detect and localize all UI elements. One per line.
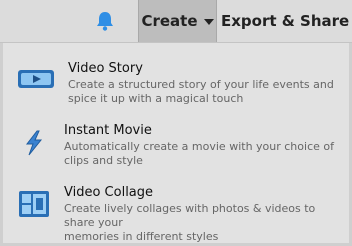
description-line: Create a structured story of your life e… [68, 78, 334, 91]
description-line: clips and style [64, 154, 143, 167]
export-share-button[interactable]: Export & Share [221, 0, 349, 42]
top-toolbar: Create Export & Share [0, 0, 352, 43]
menu-item-title: Video Collage [64, 185, 154, 200]
description-line: memories in different styles [64, 230, 219, 243]
create-menu-button[interactable]: Create [138, 0, 217, 42]
menu-item-description: Create lively collages with photos & vid… [64, 202, 349, 244]
menu-item-instant-movie[interactable]: Instant Movie Automatically create a mov… [3, 118, 349, 170]
menu-item-video-story[interactable]: Video Story Create a structured story of… [3, 57, 349, 109]
create-dropdown-menu: Video Story Create a structured story of… [0, 43, 352, 246]
description-line: spice it up with a magical touch [68, 92, 244, 105]
description-line: Create lively collages with photos & vid… [64, 202, 316, 229]
video-story-icon [17, 67, 55, 95]
export-share-label: Export & Share [221, 12, 350, 30]
menu-item-description: Create a structured story of your life e… [68, 78, 348, 106]
menu-item-description: Automatically create a movie with your c… [64, 140, 344, 168]
menu-item-video-collage[interactable]: Video Collage Create lively collages wit… [3, 180, 349, 243]
menu-item-title: Video Story [68, 61, 143, 76]
create-label: Create [141, 12, 198, 30]
menu-item-title: Instant Movie [64, 123, 152, 138]
chevron-down-icon [203, 19, 214, 25]
lightning-icon [23, 130, 45, 160]
bell-icon[interactable] [92, 8, 118, 34]
collage-icon [18, 190, 50, 222]
description-line: Automatically create a movie with your c… [64, 140, 334, 153]
